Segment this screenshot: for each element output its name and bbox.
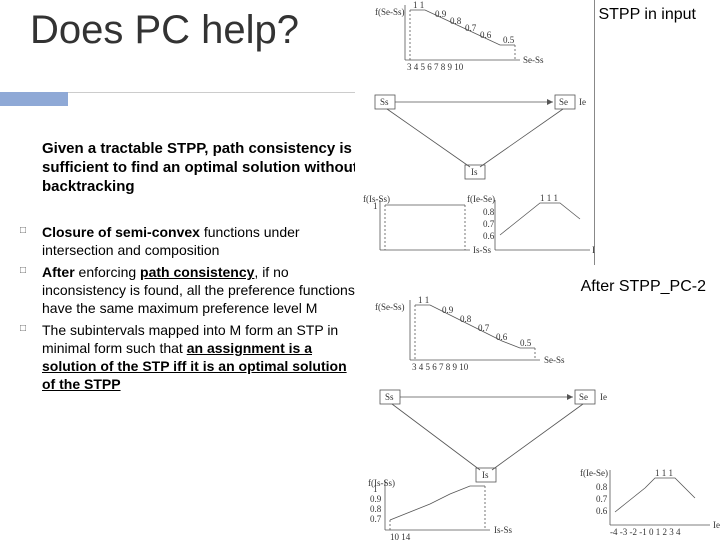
slide: Does PC help? STPP in input After STPP_P…	[0, 0, 720, 540]
svg-text:Ie: Ie	[600, 392, 607, 402]
figure-stpp-after: f(Se-Ss) 1 1 0.9 0.8 0.7 0.6 0.5 3 4 5 6…	[355, 295, 720, 540]
figure-label-after: After STPP_PC-2	[581, 278, 706, 296]
svg-text:0.8: 0.8	[460, 314, 472, 324]
svg-text:0.5: 0.5	[503, 35, 515, 45]
svg-text:0.9: 0.9	[435, 9, 447, 19]
bullet-2: After enforcing path consistency, if no …	[12, 264, 360, 318]
svg-text:10 14: 10 14	[390, 532, 411, 540]
svg-text:Ie: Ie	[579, 97, 586, 107]
svg-text:Is-Ss: Is-Ss	[473, 245, 492, 255]
svg-text:3 4 5 6 7 8 9 10: 3 4 5 6 7 8 9 10	[407, 62, 464, 72]
svg-text:0.6: 0.6	[496, 332, 508, 342]
svg-text:0.5: 0.5	[520, 338, 532, 348]
svg-text:1 1 1: 1 1 1	[540, 193, 558, 203]
svg-text:0.7: 0.7	[596, 494, 608, 504]
svg-text:0.8: 0.8	[450, 16, 462, 26]
svg-text:f(Se-Ss): f(Se-Ss)	[375, 7, 405, 17]
svg-text:Ss: Ss	[385, 392, 394, 402]
figure-label-input: STPP in input	[598, 6, 696, 24]
svg-text:0.7: 0.7	[483, 219, 495, 229]
svg-text:Se-Ss: Se-Ss	[523, 55, 544, 65]
svg-text:0.8: 0.8	[370, 504, 382, 514]
svg-text:0.7: 0.7	[465, 23, 477, 33]
svg-text:Is: Is	[471, 167, 478, 177]
slide-title: Does PC help?	[30, 8, 299, 53]
svg-text:3 4 5 6 7 8 9 10: 3 4 5 6 7 8 9 10	[412, 362, 469, 372]
svg-text:Se: Se	[579, 392, 588, 402]
svg-text:1: 1	[373, 201, 378, 211]
intro-paragraph: Given a tractable STPP, path consistency…	[12, 140, 360, 196]
bullet-1: Closure of semi-convex functions under i…	[12, 224, 360, 260]
svg-text:1 1: 1 1	[413, 0, 424, 10]
title-underline	[68, 92, 358, 93]
figure-stpp-input: f(Se-Ss) 1 1 0.9 0.8 0.7 0.6 0.5 3 4 5 6…	[355, 0, 595, 265]
svg-text:-4 -3 -2 -1 0 1 2 3 4: -4 -3 -2 -1 0 1 2 3 4	[610, 527, 681, 537]
svg-text:0.9: 0.9	[370, 494, 382, 504]
bullet-list: Closure of semi-convex functions under i…	[12, 224, 360, 393]
text-content: Given a tractable STPP, path consistency…	[12, 140, 360, 397]
svg-text:0.6: 0.6	[483, 231, 495, 241]
svg-text:0.8: 0.8	[483, 207, 495, 217]
svg-text:0.7: 0.7	[370, 514, 382, 524]
svg-text:Ie-Se: Ie-Se	[713, 520, 720, 530]
svg-text:0.6: 0.6	[480, 30, 492, 40]
svg-text:Se-Ss: Se-Ss	[544, 355, 565, 365]
svg-text:f(Ie-Se): f(Ie-Se)	[580, 468, 608, 478]
svg-text:f(Se-Ss): f(Se-Ss)	[375, 302, 405, 312]
svg-text:Is: Is	[482, 470, 489, 480]
svg-text:Ss: Ss	[380, 97, 389, 107]
figure-top-svg: f(Se-Ss) 1 1 0.9 0.8 0.7 0.6 0.5 3 4 5 6…	[355, 0, 595, 265]
svg-text:1: 1	[373, 484, 378, 494]
title-accent-bar	[0, 92, 68, 106]
bullet-3: The subintervals mapped into M form an S…	[12, 322, 360, 394]
svg-text:0.6: 0.6	[596, 506, 608, 516]
figure-bottom-svg: f(Se-Ss) 1 1 0.9 0.8 0.7 0.6 0.5 3 4 5 6…	[355, 295, 720, 540]
svg-text:0.8: 0.8	[596, 482, 608, 492]
svg-text:1 1 1: 1 1 1	[655, 468, 673, 478]
svg-text:1 1: 1 1	[418, 295, 429, 305]
svg-text:Se: Se	[559, 97, 568, 107]
svg-text:f(Ie-Se): f(Ie-Se)	[467, 194, 495, 204]
svg-text:Ie-Se: Ie-Se	[592, 245, 595, 255]
svg-text:0.7: 0.7	[478, 323, 490, 333]
svg-text:0.9: 0.9	[442, 305, 454, 315]
svg-text:Is-Ss: Is-Ss	[494, 525, 513, 535]
